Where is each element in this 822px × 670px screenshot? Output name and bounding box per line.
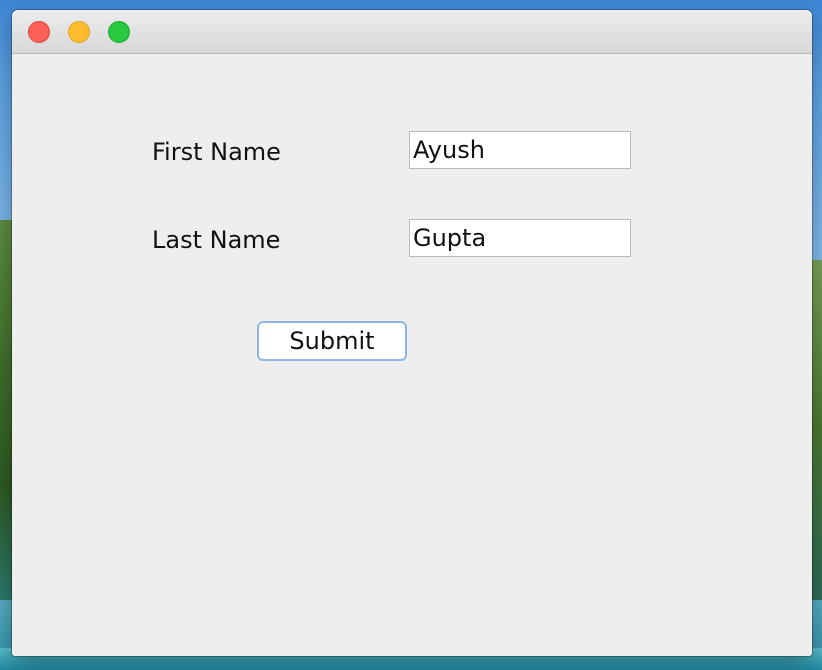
desktop-background: First Name Ayush Last Name Gupta Submit	[0, 0, 822, 670]
first-name-field[interactable]: Ayush	[409, 131, 631, 169]
last-name-label: Last Name	[152, 226, 281, 254]
last-name-field[interactable]: Gupta	[409, 219, 631, 257]
first-name-label: First Name	[152, 138, 281, 166]
app-window: First Name Ayush Last Name Gupta Submit	[12, 10, 812, 656]
close-icon[interactable]	[28, 21, 50, 43]
title-bar[interactable]	[12, 10, 812, 54]
minimize-icon[interactable]	[68, 21, 90, 43]
submit-button[interactable]: Submit	[257, 321, 407, 361]
zoom-icon[interactable]	[108, 21, 130, 43]
form-panel: First Name Ayush Last Name Gupta Submit	[12, 54, 812, 656]
